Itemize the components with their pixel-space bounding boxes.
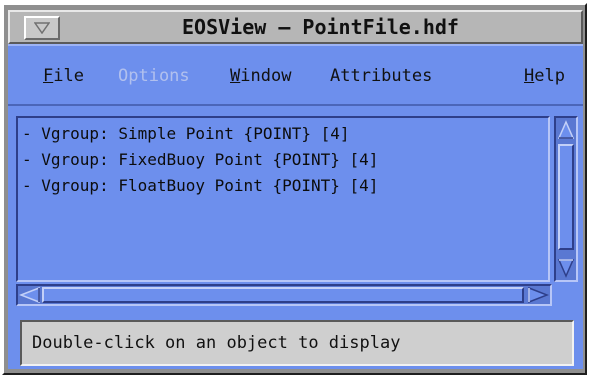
arrow-left-icon: [19, 286, 40, 304]
scroll-left-button[interactable]: [19, 286, 41, 304]
arrow-up-icon: [557, 120, 575, 139]
window-menu-button[interactable]: [24, 16, 60, 40]
scroll-up-button[interactable]: [557, 120, 575, 140]
arrow-down-icon: [557, 259, 575, 278]
scroll-right-button[interactable]: [527, 286, 549, 304]
status-message: Double-click on an object to display: [32, 333, 401, 353]
arrow-right-icon: [528, 286, 549, 304]
main-window: File Options Window Attributes Help - Vg…: [8, 44, 583, 369]
scroll-down-button[interactable]: [557, 258, 575, 278]
list-item[interactable]: - Vgroup: FloatBuoy Point {POINT} [4]: [22, 174, 378, 198]
menu-options: Options: [118, 66, 190, 86]
object-listbox[interactable]: - Vgroup: Simple Point {POINT} [4] - Vgr…: [16, 116, 550, 282]
menu-file[interactable]: File: [43, 64, 84, 88]
menu-attributes[interactable]: Attributes: [330, 64, 432, 88]
vertical-scroll-thumb[interactable]: [558, 144, 574, 250]
window-title: EOSView – PointFile.hdf: [182, 15, 459, 39]
list-item[interactable]: - Vgroup: FixedBuoy Point {POINT} [4]: [22, 148, 378, 172]
vertical-scrollbar[interactable]: [554, 116, 578, 282]
horizontal-scrollbar[interactable]: [16, 284, 552, 306]
menu-bar: File Options Window Attributes Help: [8, 44, 583, 106]
object-list-area: - Vgroup: Simple Point {POINT} [4] - Vgr…: [16, 116, 578, 282]
menu-window[interactable]: Window: [230, 64, 291, 88]
status-bar: Double-click on an object to display: [20, 320, 574, 366]
title-bar[interactable]: EOSView – PointFile.hdf: [8, 10, 583, 44]
menu-help[interactable]: Help: [524, 64, 565, 88]
list-item[interactable]: - Vgroup: Simple Point {POINT} [4]: [22, 122, 350, 146]
window-menu-icon: [34, 22, 50, 34]
horizontal-scroll-thumb[interactable]: [42, 287, 524, 303]
